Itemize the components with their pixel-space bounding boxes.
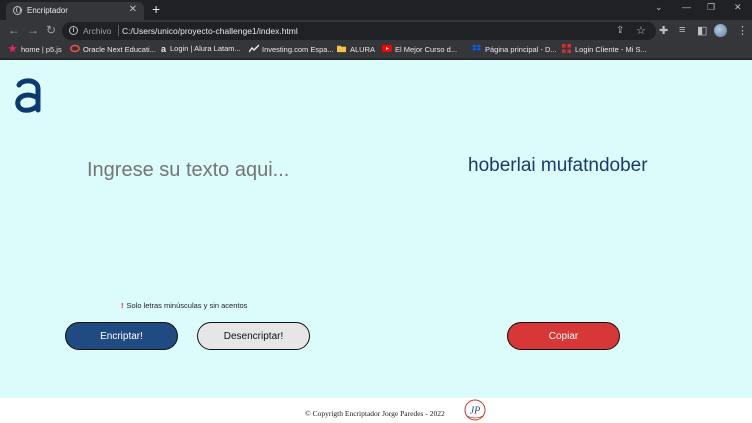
bookmark-label: Investing.com Espa...	[262, 45, 334, 54]
dropbox-icon	[472, 44, 481, 53]
bookmark-item[interactable]: ALURA	[337, 44, 375, 57]
side-panel-icon[interactable]: ◧	[697, 24, 707, 37]
minimize-button[interactable]: —	[682, 2, 691, 12]
jp-logo-icon: JP	[464, 399, 486, 421]
warning-text: Solo letras minúsculas y sin acentos	[126, 301, 248, 310]
encrypt-button[interactable]: Encriptar!	[65, 322, 178, 350]
bookmark-item[interactable]: a Login | Alura Latam...	[161, 44, 241, 57]
browser-toolbar: ← → ↻ i Archivo C:/Users/unico/proyecto-…	[0, 20, 752, 42]
share-icon[interactable]: ⇪	[616, 25, 624, 36]
info-icon[interactable]: i	[69, 26, 78, 35]
text-input[interactable]	[87, 159, 387, 182]
oracle-icon	[70, 44, 80, 53]
bookmark-label: ALURA	[350, 45, 376, 54]
bookmark-star-icon[interactable]: ☆	[636, 24, 646, 37]
warning-message: ! Solo letras minúsculas y sin acentos	[121, 301, 247, 310]
bookmark-item[interactable]: Login Cliente - Mi S...	[562, 44, 647, 57]
bookmark-label: Login Cliente - Mi S...	[575, 45, 647, 54]
bookmark-item[interactable]: Investing.com Espa...	[248, 44, 334, 57]
alura-logo-icon	[15, 78, 41, 113]
bookmark-label: home | p5.js	[21, 45, 62, 54]
address-separator	[118, 25, 119, 36]
exclamation-icon: !	[121, 301, 124, 310]
address-bar[interactable]: i Archivo C:/Users/unico/proyecto-challe…	[62, 22, 656, 40]
jp-logo-text: JP	[470, 406, 481, 417]
reading-list-icon[interactable]: ≡	[679, 24, 685, 36]
browser-titlebar: Encriptador ✕ + ⌄ — ❐ ✕	[0, 0, 752, 20]
url-text[interactable]: C:/Users/unico/proyecto-challenge1/index…	[122, 26, 298, 36]
decrypt-button[interactable]: Desencriptar!	[197, 322, 310, 350]
menu-kebab-icon[interactable]: ⋮	[737, 24, 748, 37]
copyright-text: © Copyrigth Encriptador Jorge Paredes - …	[305, 409, 445, 418]
restore-button[interactable]: ❐	[707, 2, 715, 13]
close-window-button[interactable]: ✕	[734, 2, 742, 13]
globe-icon	[13, 6, 22, 15]
folder-icon	[337, 44, 346, 53]
back-arrow-icon[interactable]: ←	[8, 23, 20, 37]
bookmark-label: Oracle Next Educati...	[83, 45, 156, 54]
forward-arrow-icon[interactable]: →	[27, 23, 39, 37]
bookmark-item[interactable]: Oracle Next Educati...	[70, 44, 156, 57]
investing-icon	[248, 44, 260, 53]
alura-icon: a	[161, 44, 167, 54]
bookmark-label: Login | Alura Latam...	[170, 44, 241, 53]
bookmark-item[interactable]: home | p5.js	[8, 44, 62, 57]
bookmark-item[interactable]: El Mejor Curso d...	[382, 44, 457, 57]
address-scheme-label: Archivo	[83, 26, 112, 36]
reload-icon[interactable]: ↻	[46, 23, 56, 37]
result-output: hoberlai mufatndober	[468, 155, 648, 176]
bookmark-item[interactable]: Página principal - D...	[472, 44, 557, 57]
bookmark-label: Página principal - D...	[485, 45, 557, 54]
profile-avatar[interactable]	[714, 24, 727, 37]
footer: © Copyrigth Encriptador Jorge Paredes - …	[0, 398, 752, 423]
browser-tab[interactable]: Encriptador ✕	[6, 2, 144, 20]
tab-title: Encriptador	[27, 6, 68, 15]
copy-button[interactable]: Copiar	[507, 322, 620, 350]
tab-search-chevron-icon[interactable]: ⌄	[655, 2, 663, 13]
youtube-icon	[382, 44, 392, 53]
client-icon	[562, 44, 571, 53]
extensions-puzzle-icon[interactable]: ✚	[659, 24, 668, 37]
page-content: hoberlai mufatndober !Solo letras minúsc…	[0, 60, 752, 398]
bookmark-label: El Mejor Curso d...	[395, 45, 458, 54]
bookmarks-bar: home | p5.js Oracle Next Educati... a Log…	[0, 42, 752, 59]
p5-star-icon	[8, 44, 17, 53]
tab-close-icon[interactable]: ✕	[129, 4, 137, 15]
new-tab-button[interactable]: +	[152, 1, 160, 17]
